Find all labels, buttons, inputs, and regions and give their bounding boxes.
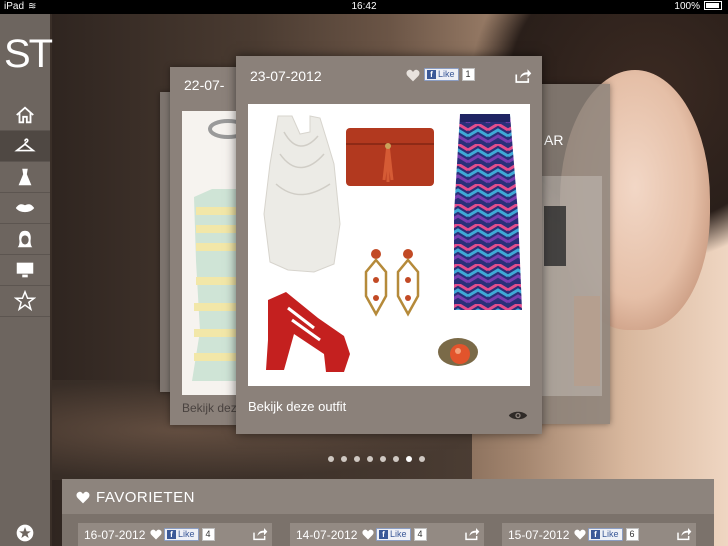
sidebar: ST [0, 14, 53, 546]
facebook-like-button[interactable]: f Like [164, 528, 199, 541]
facebook-like-count: 1 [461, 68, 475, 81]
facebook-like-label: Like [178, 529, 195, 539]
sidebar-item-monitor[interactable] [0, 255, 50, 286]
pager-dots [328, 456, 425, 462]
outfit-card-next-label: AR [544, 132, 564, 148]
outfit-card-next-photo [538, 176, 602, 396]
facebook-like-count: 4 [201, 528, 215, 541]
favorites-header[interactable]: FAVORIETEN [62, 479, 714, 514]
home-icon [16, 106, 34, 124]
battery-icon [704, 1, 722, 10]
star-badge-icon [16, 524, 34, 542]
facebook-like-widget[interactable]: f Like 4 [376, 528, 427, 541]
eye-icon[interactable] [508, 409, 528, 422]
pager-dot[interactable] [354, 456, 360, 462]
outfit-card-previous-link[interactable]: Bekijk deze [182, 401, 243, 415]
outfit-item-skirt [454, 114, 522, 310]
facebook-like-count: 6 [625, 528, 639, 541]
favorite-item-date: 14-07-2012 [296, 528, 358, 542]
facebook-like-button[interactable]: f Like [376, 528, 411, 541]
facebook-like-label: Like [602, 529, 619, 539]
pager-dot-active[interactable] [406, 456, 412, 462]
facebook-like-label: Like [390, 529, 407, 539]
sidebar-item-dress[interactable] [0, 162, 50, 193]
facebook-icon: f [427, 70, 436, 79]
heart-icon [76, 491, 90, 504]
heart-icon[interactable] [362, 529, 374, 540]
favorites-title: FAVORIETEN [96, 489, 195, 506]
heart-icon[interactable] [574, 529, 586, 540]
pager-dot[interactable] [367, 456, 373, 462]
favorite-item[interactable]: 14-07-2012 f Like 4 [290, 523, 484, 546]
heart-icon[interactable] [406, 69, 420, 82]
sidebar-item-home[interactable] [0, 100, 50, 131]
facebook-like-count: 4 [413, 528, 427, 541]
outfit-card-date: 23-07-2012 [250, 68, 322, 84]
pager-dot[interactable] [328, 456, 334, 462]
sidebar-bottom-button[interactable] [0, 520, 50, 546]
share-icon[interactable] [464, 527, 480, 541]
pager-dot[interactable] [393, 456, 399, 462]
pager-dot[interactable] [380, 456, 386, 462]
outfit-card[interactable]: 23-07-2012 f Like 1 Bekijk deze outfit [236, 56, 542, 434]
facebook-like-button[interactable]: f Like [424, 68, 459, 81]
pager-dot[interactable] [419, 456, 425, 462]
facebook-like-widget[interactable]: f Like 4 [164, 528, 215, 541]
share-icon[interactable] [252, 527, 268, 541]
favorites-panel: FAVORIETEN 16-07-2012 f Like 4 14-07-2012… [62, 479, 714, 546]
facebook-like-button[interactable]: f Like [588, 528, 623, 541]
favorite-item[interactable]: 16-07-2012 f Like 4 [78, 523, 272, 546]
view-outfit-link[interactable]: Bekijk deze outfit [248, 399, 346, 414]
hanger-icon [14, 138, 36, 152]
dress-icon [18, 168, 32, 186]
outfit-photo [248, 104, 530, 386]
status-bar: iPad ≋ 16:42 100% [0, 0, 728, 14]
facebook-like-widget[interactable]: f Like 1 [424, 68, 475, 81]
outfit-item-ring [438, 338, 478, 366]
share-icon[interactable] [514, 68, 532, 84]
heart-icon[interactable] [150, 529, 162, 540]
hair-icon [17, 230, 33, 248]
status-battery: 100% [674, 0, 722, 14]
facebook-icon: f [167, 530, 176, 539]
star-icon [14, 290, 36, 312]
sidebar-item-star[interactable] [0, 286, 50, 317]
favorite-item-date: 16-07-2012 [84, 528, 146, 542]
sidebar-item-hair[interactable] [0, 224, 50, 255]
sidebar-item-lips[interactable] [0, 193, 50, 224]
favorite-item[interactable]: 15-07-2012 f Like 6 [502, 523, 696, 546]
pager-dot[interactable] [341, 456, 347, 462]
status-time: 16:42 [351, 1, 377, 12]
facebook-like-widget[interactable]: f Like 6 [588, 528, 639, 541]
share-icon[interactable] [676, 527, 692, 541]
monitor-icon [16, 262, 34, 278]
facebook-icon: f [379, 530, 388, 539]
facebook-icon: f [591, 530, 600, 539]
lips-icon [15, 204, 35, 213]
outfit-item-earrings [364, 249, 420, 317]
outfit-card-previous-date: 22-07- [184, 77, 225, 93]
app-logo[interactable]: ST [4, 32, 53, 77]
outfit-card-next[interactable]: AR [530, 84, 610, 424]
sidebar-item-hanger[interactable] [0, 131, 50, 162]
favorite-item-date: 15-07-2012 [508, 528, 570, 542]
facebook-like-label: Like [438, 69, 455, 79]
